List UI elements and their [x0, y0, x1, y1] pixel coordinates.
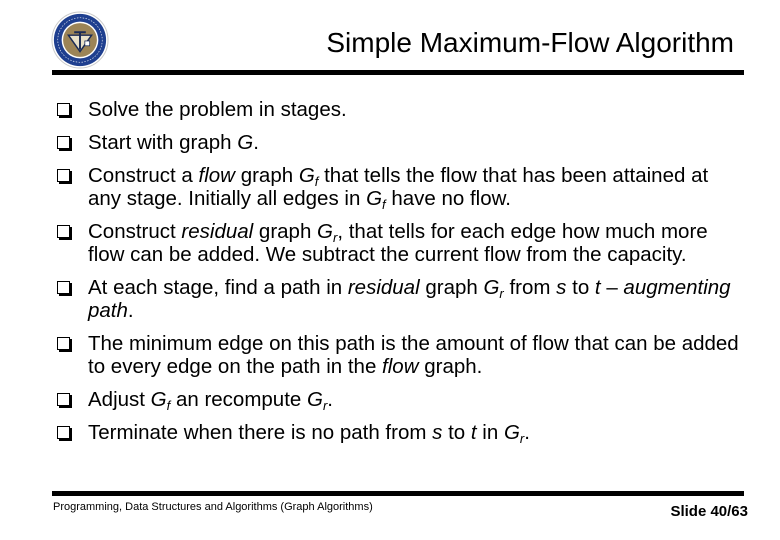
bullet-text: from	[503, 276, 557, 299]
bullet-text: graph	[253, 220, 318, 243]
italic-term: G	[366, 187, 383, 210]
university-seal-icon	[51, 11, 109, 69]
bullet-text: to	[566, 276, 595, 299]
checkbox-bullet-icon	[57, 136, 70, 149]
italic-term: s	[432, 421, 443, 444]
italic-term: G	[483, 276, 500, 299]
bullet-text: Start with graph	[88, 131, 238, 154]
bullet-text: Terminate when there is no path from	[88, 421, 433, 444]
bullet-item: Terminate when there is no path from s t…	[56, 421, 746, 445]
bullet-text: .	[127, 299, 134, 322]
checkbox-bullet-icon	[57, 281, 70, 294]
bullet-text: Construct a	[88, 164, 199, 187]
slide-title: Simple Maximum-Flow Algorithm	[326, 27, 734, 58]
bullet-item: At each stage, find a path in residual g…	[56, 276, 746, 322]
bullet-text: in	[476, 421, 504, 444]
italic-term: G	[307, 388, 323, 411]
title-divider	[52, 70, 744, 75]
checkbox-bullet-icon	[57, 169, 70, 182]
italic-term: G	[503, 421, 520, 444]
bullet-text: graph.	[418, 355, 483, 378]
italic-term: s	[556, 276, 567, 299]
checkbox-bullet-icon	[57, 225, 70, 238]
bullet-text: Solve the problem in stages.	[88, 98, 347, 121]
footer-divider	[52, 491, 744, 496]
bullet-item: Construct residual graph Gr, that tells …	[56, 220, 746, 266]
italic-term: flow	[198, 164, 235, 187]
checkbox-bullet-icon	[57, 337, 70, 350]
bullet-text: Adjust	[88, 388, 151, 411]
bullet-text: .	[524, 421, 530, 444]
italic-term: G	[317, 220, 333, 243]
bullet-text: .	[327, 388, 333, 411]
bullet-item: The minimum edge on this path is the amo…	[56, 332, 746, 378]
bullet-item: Start with graph G.	[56, 131, 746, 154]
checkbox-bullet-icon	[57, 426, 70, 439]
bullet-text: –	[600, 276, 624, 299]
bullet-item: Solve the problem in stages.	[56, 98, 746, 121]
italic-term: flow	[382, 355, 419, 378]
bullet-text: an recompute	[170, 388, 307, 411]
footer-course-title: Programming, Data Structures and Algorit…	[53, 501, 373, 513]
italic-term: G	[150, 388, 167, 411]
bullet-text: to	[442, 421, 471, 444]
bullet-item: Adjust Gf an recompute Gr.	[56, 388, 746, 412]
bullet-list: Solve the problem in stages. Start with g…	[56, 98, 746, 454]
checkbox-bullet-icon	[57, 103, 70, 116]
bullet-item: Construct a flow graph Gf that tells the…	[56, 164, 746, 211]
checkbox-bullet-icon	[57, 393, 70, 406]
bullet-text: graph	[235, 164, 299, 187]
bullet-text: graph	[419, 276, 484, 299]
slide-number: Slide 40/63	[670, 503, 748, 520]
bullet-text: Construct	[88, 220, 182, 243]
italic-term: residual	[181, 220, 254, 243]
bullet-text: At each stage, find a path in	[88, 276, 348, 299]
italic-term: G	[298, 164, 315, 187]
italic-term: G	[237, 131, 254, 154]
bullet-text: have no flow.	[385, 187, 512, 210]
italic-term: residual	[347, 276, 420, 299]
bullet-text: .	[253, 131, 259, 154]
